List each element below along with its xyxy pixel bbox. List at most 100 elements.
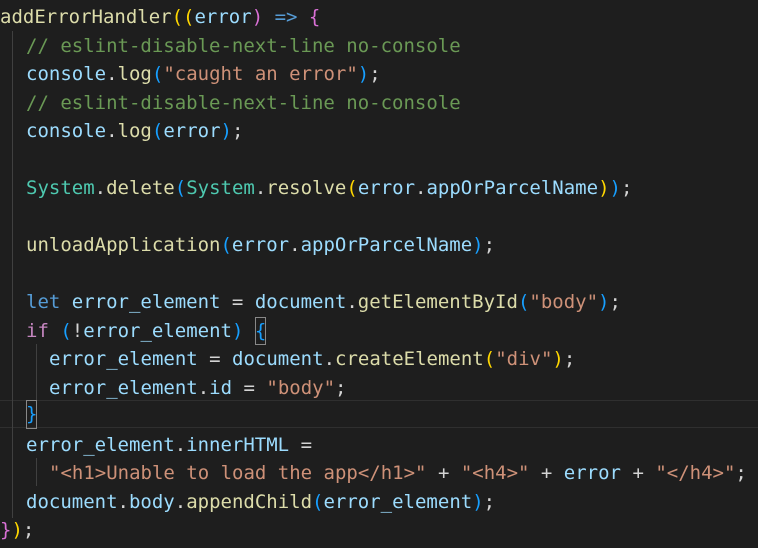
token-bracket: (	[483, 348, 496, 370]
indent-guide-3	[36, 458, 37, 486]
matched-bracket: }	[26, 400, 38, 429]
token-string: "<h4>"	[460, 462, 530, 484]
token-variable: error	[163, 120, 221, 142]
token-operator: =	[197, 348, 233, 370]
token-semicolon: ;	[563, 348, 576, 370]
token-function: addErrorHandler	[0, 6, 172, 28]
token-semicolon: ;	[609, 291, 621, 313]
token-operator: =	[232, 376, 267, 399]
token-class: System	[186, 177, 255, 199]
token-object: document	[254, 291, 347, 313]
token-variable: error_element	[26, 433, 175, 456]
token-operator: +	[426, 462, 461, 484]
token-bracket: )	[357, 63, 370, 85]
code-line-7: System.delete(System.resolve(error.appOr…	[26, 174, 632, 203]
token-property: id	[209, 376, 233, 399]
token-operator: +	[621, 462, 656, 484]
token-operator: =	[289, 433, 313, 456]
token-dot: .	[254, 177, 267, 199]
token-dot: .	[94, 177, 107, 199]
token-operator: =	[220, 291, 255, 313]
code-line-13: error_element = document.createElement("…	[49, 345, 575, 374]
token-variable: error_element	[60, 291, 221, 313]
code-line-17: "<h1>Unable to load the app</h1>" + "<h4…	[49, 459, 747, 488]
token-arrow: =>	[274, 6, 298, 28]
token-bracket: (	[174, 177, 187, 199]
token-property: appOrParcelName	[426, 177, 599, 199]
token-bracket: )	[472, 490, 484, 513]
token-dot: .	[323, 348, 336, 370]
code-line-15: }	[26, 400, 38, 429]
token-variable: error	[563, 462, 621, 484]
token-dot: .	[415, 177, 427, 199]
token-object: document	[26, 490, 118, 513]
token-semicolon: ;	[335, 376, 347, 399]
token-function: createElement	[335, 348, 484, 370]
indent-guide-1	[12, 31, 13, 518]
code-line-11: let error_element = document.getElementB…	[26, 288, 621, 317]
token-bracket: )	[609, 177, 621, 199]
token-string: "caught an error"	[163, 63, 358, 85]
token-variable: error_element	[49, 376, 198, 399]
code-line-9: unloadApplication(error.appOrParcelName)…	[26, 231, 495, 260]
code-line-16: error_element.innerHTML =	[26, 431, 312, 460]
token-variable: error	[231, 234, 290, 256]
token-variable: error_element	[323, 490, 473, 513]
token-function: unloadApplication	[26, 234, 221, 256]
token-keyword: let	[26, 291, 61, 313]
token-bracket: (	[346, 177, 358, 199]
token-bracket: )	[598, 177, 610, 199]
token-semicolon: ;	[483, 234, 496, 256]
token-bracket: )	[11, 519, 23, 541]
token-semicolon: ;	[369, 63, 381, 85]
code-line-12: if (!error_element) {	[26, 316, 267, 345]
current-line-highlight	[0, 400, 758, 428]
token-function: resolve	[266, 177, 347, 199]
token-dot: .	[197, 376, 210, 399]
token-function: log	[117, 63, 152, 85]
token-dot: .	[174, 490, 187, 513]
token-function: getElementById	[357, 291, 518, 313]
code-line-19: });	[0, 516, 34, 545]
token-string: "body"	[266, 376, 336, 399]
token-bracket: (	[220, 234, 232, 256]
token-function: log	[117, 120, 152, 142]
token-object: console	[26, 120, 107, 142]
token-operator: +	[529, 462, 564, 484]
token-bracket: }	[0, 519, 12, 541]
token-dot: .	[106, 63, 118, 85]
token-function: appendChild	[186, 490, 313, 513]
token-function: delete	[106, 177, 175, 199]
code-line-2: // eslint-disable-next-line no-console	[26, 32, 461, 61]
token-comment: // eslint-disable-next-line no-console	[26, 34, 461, 57]
token-bracket: (	[312, 490, 324, 513]
token-semicolon: ;	[483, 490, 496, 513]
token-dot: .	[289, 234, 301, 256]
token-bracket: )	[552, 348, 564, 370]
token-operator: !	[71, 319, 84, 342]
token-dot: .	[174, 433, 187, 456]
token-variable: error_element	[83, 319, 232, 342]
token-keyword: if	[26, 319, 49, 342]
token-string: "div"	[495, 348, 553, 370]
token-object: console	[26, 63, 107, 85]
token-bracket: {	[297, 6, 321, 28]
token-semicolon: ;	[22, 519, 35, 541]
token-bracket: ((	[171, 6, 195, 28]
token-string: "<h1>Unable to load the app</h1>"	[49, 462, 427, 484]
token-property: appOrParcelName	[300, 234, 473, 256]
code-line-1: addErrorHandler((error) => {	[0, 3, 320, 32]
token-param: error	[194, 6, 252, 28]
token-variable: error	[357, 177, 416, 199]
code-line-3: console.log("caught an error");	[26, 60, 381, 89]
matched-bracket: {	[254, 316, 267, 345]
token-variable: error_element	[49, 348, 198, 370]
token-string: "</h4>"	[655, 462, 736, 484]
token-dot: .	[346, 291, 358, 313]
token-dot: .	[117, 490, 129, 513]
token-property: body	[128, 490, 175, 513]
token-string: "body"	[529, 291, 599, 313]
token-semicolon: ;	[231, 120, 244, 142]
code-editor[interactable]: addErrorHandler((error) => { // eslint-d…	[0, 0, 758, 548]
